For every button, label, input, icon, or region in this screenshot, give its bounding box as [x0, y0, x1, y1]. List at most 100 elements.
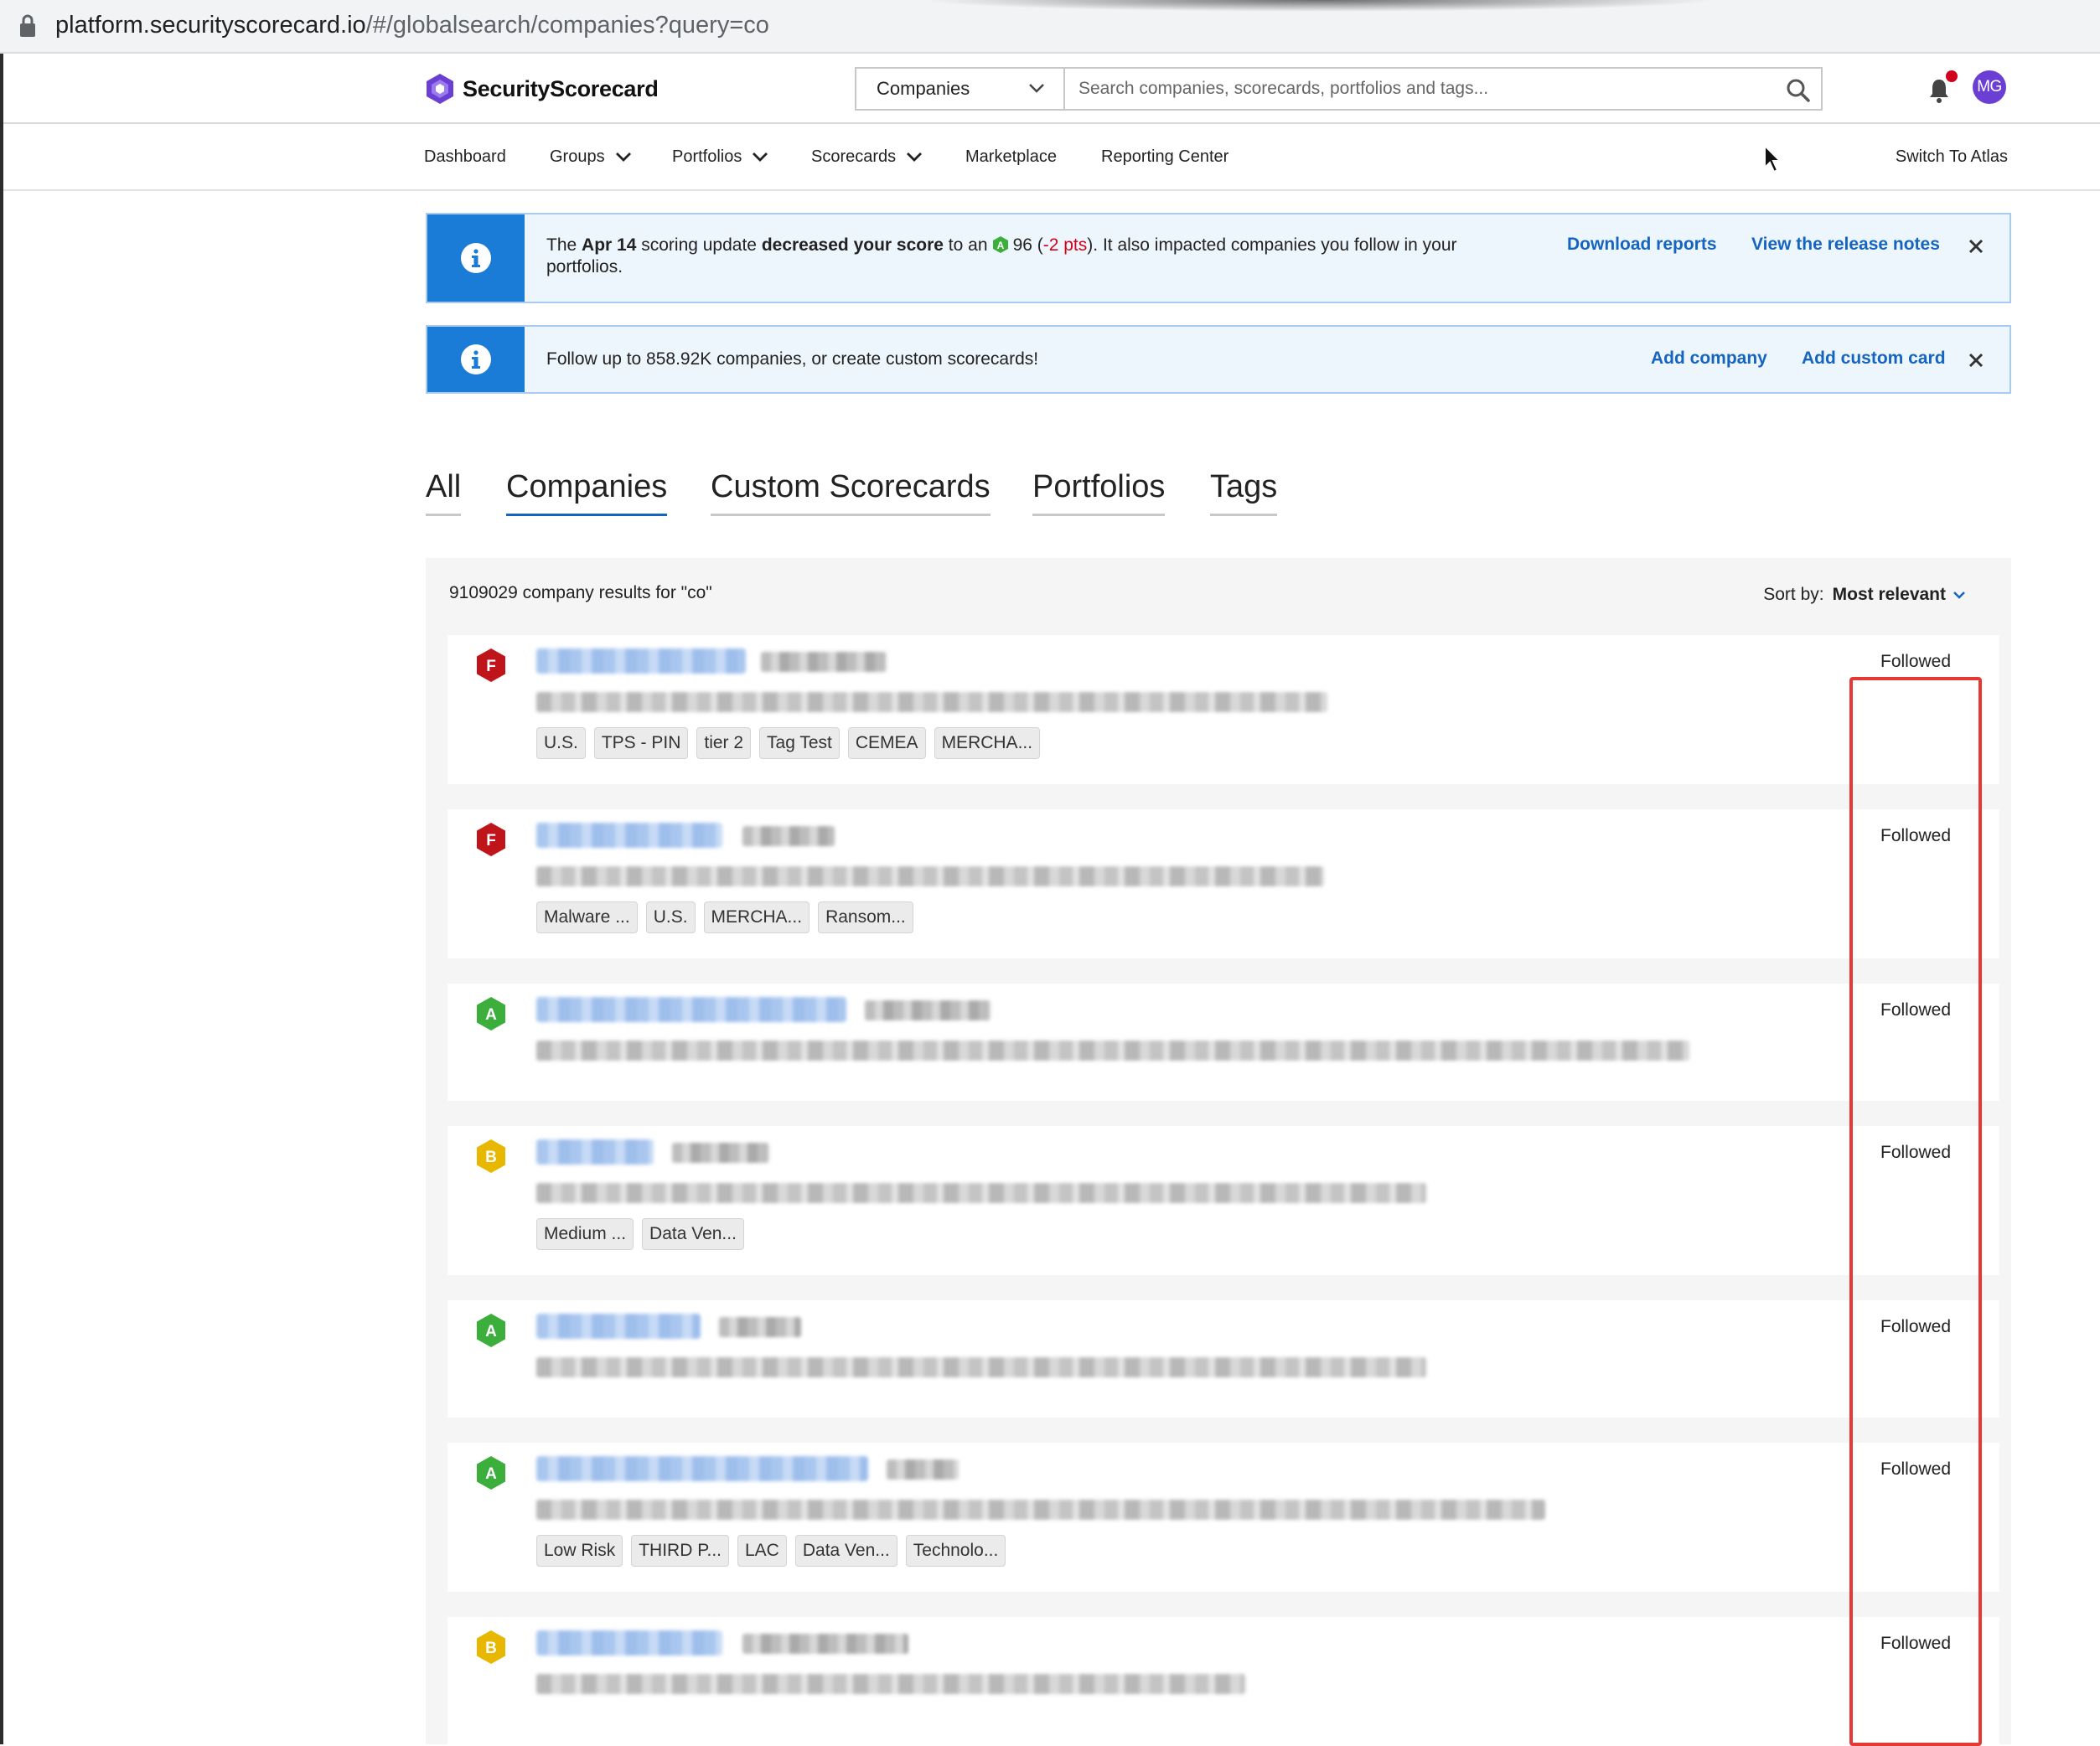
banner-icon-strip	[427, 327, 525, 392]
tag-chip[interactable]: Data Ven...	[642, 1218, 744, 1250]
search-icon[interactable]	[1786, 78, 1811, 103]
tag-chip[interactable]: Technolo...	[905, 1535, 1006, 1567]
tab-custom-scorecards[interactable]: Custom Scorecards	[711, 469, 991, 516]
browser-url-bar[interactable]: platform.securityscorecard.io/#/globalse…	[0, 0, 2100, 54]
tab-all[interactable]: All	[426, 469, 462, 516]
company-description-redacted	[536, 1357, 1426, 1377]
company-result-row[interactable]: F U.S. TPS - PIN tier 2 Tag Test CEMEA M…	[447, 635, 1999, 784]
company-domain-redacted	[865, 1000, 991, 1020]
nav-item-marketplace[interactable]: Marketplace	[965, 147, 1057, 167]
company-result-row[interactable]: A Followed	[447, 1300, 1999, 1418]
follow-limit-banner: Follow up to 858.92K companies, or creat…	[426, 325, 2011, 394]
main-nav: Dashboard Groups Portfolios Scorecards M…	[3, 126, 2100, 191]
info-icon	[461, 243, 491, 273]
tag-chip[interactable]: LAC	[737, 1535, 787, 1567]
switch-to-atlas-link[interactable]: Switch To Atlas	[1896, 147, 2008, 167]
company-description-redacted	[536, 1183, 1426, 1203]
nav-item-label: Portfolios	[672, 147, 742, 166]
brand-logo[interactable]: SecurityScorecard	[424, 72, 659, 106]
tag-chip[interactable]: tier 2	[696, 727, 752, 759]
company-domain-redacted	[672, 1143, 769, 1163]
company-result-row[interactable]: A Low Risk THIRD P... LAC Data Ven... Te…	[447, 1443, 1999, 1592]
chevron-down-icon	[1953, 591, 1965, 599]
grade-f-badge-icon: F	[477, 823, 505, 856]
user-avatar[interactable]: MG	[1973, 70, 2006, 104]
tag-chip[interactable]: MERCHA...	[934, 727, 1041, 759]
grade-b-badge-icon: B	[477, 1630, 505, 1664]
tab-portfolios[interactable]: Portfolios	[1032, 469, 1166, 516]
company-result-row[interactable]: B Medium ... Data Ven... Followed	[447, 1126, 1999, 1275]
banner-text-part: (	[1032, 235, 1043, 255]
grade-b-badge-icon: B	[477, 1139, 505, 1173]
nav-item-label: Scorecards	[811, 147, 897, 166]
sort-value: Most relevant	[1832, 585, 1946, 604]
nav-item-label: Reporting Center	[1101, 147, 1229, 166]
score-banner-text: The Apr 14 scoring update decreased your…	[546, 235, 1560, 278]
view-release-notes-link[interactable]: View the release notes	[1751, 235, 1940, 255]
company-result-row[interactable]: B Followed	[447, 1617, 1999, 1744]
company-domain-redacted	[742, 1634, 908, 1654]
nav-item-label: Dashboard	[424, 147, 506, 166]
mini-grade-letter: A	[997, 240, 1005, 251]
add-custom-card-link[interactable]: Add custom card	[1802, 349, 1946, 369]
close-icon[interactable]	[1968, 352, 1984, 369]
company-description-redacted	[536, 1041, 1689, 1061]
search-scope-select[interactable]: Companies	[855, 67, 1063, 111]
company-description-redacted	[536, 1500, 1545, 1520]
company-name-redacted[interactable]	[536, 1314, 701, 1339]
company-name-redacted[interactable]	[536, 1456, 868, 1481]
results-count: 9109029 company results for "co"	[449, 583, 712, 602]
sort-control[interactable]: Sort by: Most relevant	[1763, 585, 1966, 605]
chevron-down-icon	[753, 152, 768, 162]
search-input[interactable]	[1078, 75, 1766, 102]
nav-item-label: Groups	[550, 147, 605, 166]
close-icon[interactable]	[1968, 238, 1984, 255]
nav-item-scorecards[interactable]: Scorecards	[811, 147, 923, 167]
tag-chip[interactable]: CEMEA	[847, 727, 926, 759]
company-name-redacted[interactable]	[536, 648, 746, 674]
tag-chip[interactable]: Data Ven...	[794, 1535, 897, 1567]
banner-text-part: portfolios.	[546, 257, 623, 276]
app-window: SecurityScorecard Companies MG Dashboard…	[0, 54, 2100, 1746]
url-text[interactable]: platform.securityscorecard.io/#/globalse…	[55, 8, 769, 42]
tag-chip[interactable]: U.S.	[536, 727, 586, 759]
followed-status[interactable]: Followed	[1880, 652, 1951, 672]
tag-chip[interactable]: Malware ...	[536, 901, 638, 933]
nav-item-label: Marketplace	[965, 147, 1057, 166]
grade-letter: B	[485, 1149, 497, 1166]
download-reports-link[interactable]: Download reports	[1567, 235, 1717, 255]
tag-chip[interactable]: Tag Test	[759, 727, 840, 759]
tag-chip[interactable]: THIRD P...	[631, 1535, 729, 1567]
add-company-link[interactable]: Add company	[1651, 349, 1767, 369]
nav-item-groups[interactable]: Groups	[550, 147, 632, 167]
grade-letter: A	[485, 1323, 497, 1340]
nav-item-reporting-center[interactable]: Reporting Center	[1101, 147, 1228, 167]
lock-icon	[20, 14, 35, 37]
tag-chip[interactable]: Medium ...	[536, 1218, 634, 1250]
company-name-redacted[interactable]	[536, 1139, 654, 1165]
chevron-down-icon	[907, 152, 923, 162]
chevron-down-icon	[615, 152, 631, 162]
grade-f-badge-icon: F	[477, 648, 505, 682]
nav-item-portfolios[interactable]: Portfolios	[672, 147, 768, 167]
chevron-down-icon	[1029, 84, 1044, 93]
company-result-row[interactable]: A Followed	[447, 984, 1999, 1101]
company-result-row[interactable]: F Malware ... U.S. MERCHA... Ransom... F…	[447, 809, 1999, 958]
company-name-redacted[interactable]	[536, 997, 846, 1022]
notifications-bell-icon[interactable]	[1927, 77, 1951, 104]
tag-chip[interactable]: MERCHA...	[703, 901, 810, 933]
tag-chip[interactable]: TPS - PIN	[593, 727, 689, 759]
tab-companies[interactable]: Companies	[506, 469, 668, 516]
url-path: /#/globalsearch/companies?query=co	[365, 12, 769, 39]
tag-chip[interactable]: Ransom...	[818, 901, 913, 933]
company-name-redacted[interactable]	[536, 823, 722, 848]
banner-emphasis: decreased your score	[761, 235, 944, 255]
company-name-redacted[interactable]	[536, 1630, 722, 1656]
global-search	[1063, 67, 1823, 111]
tag-chip[interactable]: U.S.	[645, 901, 696, 933]
company-domain-redacted	[742, 826, 835, 846]
grade-a-badge-icon: A	[993, 236, 1009, 253]
tag-chip[interactable]: Low Risk	[536, 1535, 623, 1567]
nav-item-dashboard[interactable]: Dashboard	[424, 147, 506, 167]
tab-tags[interactable]: Tags	[1210, 469, 1278, 516]
